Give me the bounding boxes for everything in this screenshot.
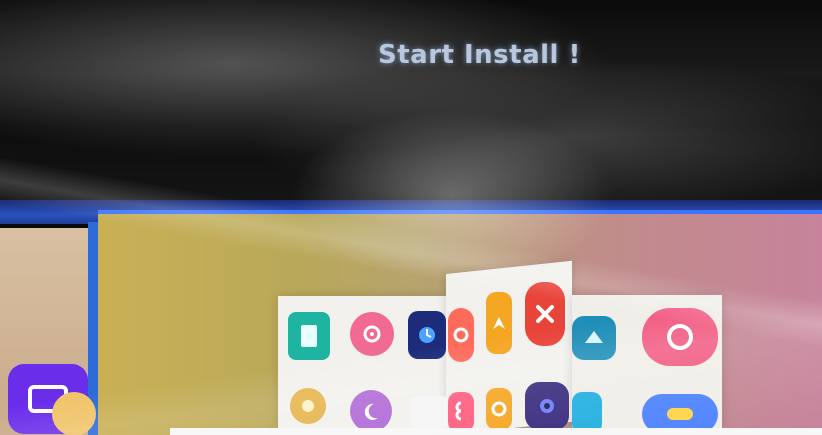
timer-icon [491,401,507,417]
chat-icon [667,408,693,420]
gear-icon [350,312,394,356]
top-dark-area [0,0,822,210]
camera-icon [525,382,569,430]
number-icon [448,392,474,432]
close-icon [525,282,565,346]
settings-icon [448,308,474,362]
music-icon [667,324,693,350]
camera-icon [540,399,554,413]
install-title: Start Install ! [378,40,581,70]
compass-icon [493,317,505,329]
bottom-strip [170,428,822,435]
moon-icon [364,403,378,420]
document-icon [288,312,330,360]
clock-icon [408,311,446,359]
window-icon [410,396,450,428]
medal-icon [302,400,314,412]
mail-icon [572,316,616,360]
medal-icon [290,388,326,424]
compass-icon [486,292,512,354]
document-icon [301,325,317,347]
gear-icon [363,325,381,343]
music-icon [642,308,718,366]
weather-icon [52,392,96,435]
timer-icon [486,388,512,430]
settings-icon [453,327,469,343]
clock-icon [419,327,435,343]
number-icon [455,401,462,421]
moon-icon [350,390,392,432]
install-screen: Start Install ! [0,0,822,435]
close-icon [536,305,554,323]
mail-icon [585,331,603,343]
